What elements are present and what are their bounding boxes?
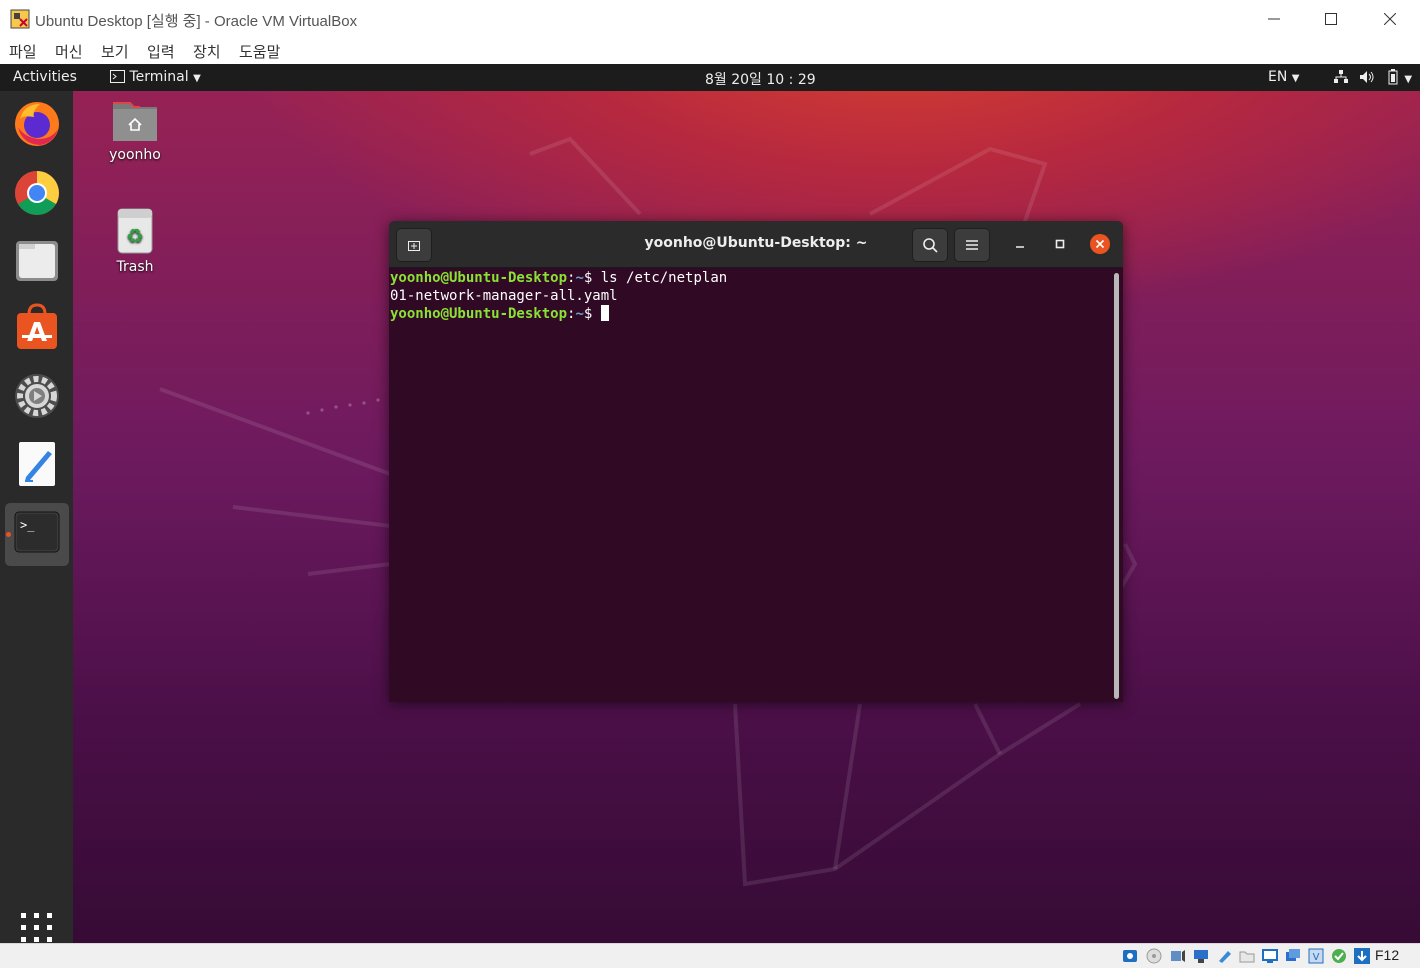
network-icon: [1334, 70, 1348, 83]
close-icon: [1384, 13, 1396, 25]
terminal-line: yoonho@Ubuntu-Desktop:~$ ls /etc/netplan: [390, 270, 728, 286]
close-icon[interactable]: [1089, 233, 1111, 255]
hard-disk-icon[interactable]: [1122, 948, 1138, 964]
terminal-small-icon: [110, 70, 125, 83]
system-menu[interactable]: ▼: [1333, 69, 1412, 86]
chevron-down-icon: ▼: [193, 73, 201, 84]
volume-icon: [1360, 71, 1374, 83]
prompt-user: yoonho@Ubuntu-Desktop: [390, 270, 568, 286]
chevron-down-icon: ▼: [1404, 74, 1413, 85]
search-icon: [923, 238, 938, 253]
home-folder-icon: [113, 102, 157, 141]
svg-text:>_: >_: [20, 518, 35, 532]
audio-icon[interactable]: [1170, 948, 1186, 964]
menu-input[interactable]: 입력: [147, 41, 175, 62]
terminal-title: yoonho@Ubuntu-Desktop: ~: [644, 235, 868, 251]
terminal-icon[interactable]: >_: [12, 507, 62, 557]
text-editor-icon[interactable]: [12, 439, 62, 489]
host-key-arrow-icon[interactable]: [1354, 948, 1370, 964]
software-icon[interactable]: A: [12, 302, 62, 352]
guest-additions-icon[interactable]: [1331, 948, 1347, 964]
prompt-path: ~: [575, 270, 584, 286]
svg-text:V: V: [1313, 952, 1320, 963]
svg-text:A: A: [27, 318, 47, 348]
clock[interactable]: 8월 20일 10 : 29: [705, 69, 816, 89]
trash-icon: ♻: [117, 208, 153, 254]
maximize-button[interactable]: [1302, 0, 1360, 38]
minimize-icon: [1268, 18, 1280, 20]
shared-folders-icon[interactable]: [1239, 948, 1255, 964]
menu-button[interactable]: [954, 228, 990, 262]
menu-devices[interactable]: 장치: [193, 41, 221, 62]
virtualization-icon[interactable]: V: [1308, 948, 1324, 964]
chrome-icon[interactable]: [12, 168, 62, 218]
svg-text:♻: ♻: [126, 224, 144, 248]
activities-button[interactable]: Activities: [13, 69, 77, 85]
files-icon[interactable]: [12, 235, 62, 285]
host-key-label: F12: [1375, 947, 1400, 963]
close-button[interactable]: [1361, 0, 1419, 38]
display-icon[interactable]: [1262, 948, 1278, 964]
menu-machine[interactable]: 머신: [55, 41, 83, 62]
maximize-icon[interactable]: [1055, 239, 1065, 249]
battery-icon: [1388, 69, 1398, 85]
menu-view[interactable]: 보기: [101, 41, 129, 62]
terminal-line: 01-network-manager-all.yaml: [390, 287, 1110, 305]
vbox-titlebar: Ubuntu Desktop [실행 중] - Oracle VM Virtua…: [0, 0, 1420, 38]
prompt-user: yoonho@Ubuntu-Desktop: [390, 306, 568, 322]
terminal-headerbar[interactable]: yoonho@Ubuntu-Desktop: ~: [389, 221, 1123, 268]
minimize-button[interactable]: [1245, 0, 1303, 38]
vbox-menubar: 파일 머신 보기 입력 장치 도움말: [0, 38, 1420, 64]
menu-file[interactable]: 파일: [9, 41, 37, 62]
terminal-window[interactable]: yoonho@Ubuntu-Desktop: ~ yoonho@Ubuntu-D…: [389, 221, 1123, 702]
vbox-statusbar: V F12: [0, 943, 1420, 968]
dock: A >_: [0, 91, 73, 943]
optical-drive-icon[interactable]: [1146, 948, 1162, 964]
search-button[interactable]: [912, 228, 948, 262]
desktop-icon-home[interactable]: yoonho: [95, 99, 175, 163]
chevron-down-icon: ▼: [1291, 73, 1300, 84]
input-source-menu[interactable]: EN ▼: [1268, 69, 1299, 85]
network-adapter-icon[interactable]: [1193, 948, 1209, 964]
usb-icon[interactable]: [1216, 948, 1232, 964]
video-capture-icon[interactable]: [1285, 948, 1301, 964]
desktop-icon-label: Trash: [116, 259, 154, 275]
window-title: Ubuntu Desktop [실행 중] - Oracle VM Virtua…: [35, 13, 358, 30]
desktop-icon-trash[interactable]: ♻ Trash: [95, 207, 175, 275]
desktop-icon-label: yoonho: [109, 147, 161, 163]
terminal-line: yoonho@Ubuntu-Desktop:~$: [390, 305, 1110, 323]
gnome-topbar: Activities Terminal ▼ 8월 20일 10 : 29 EN …: [0, 64, 1420, 91]
firefox-icon[interactable]: [12, 99, 62, 149]
input-source-label: EN: [1268, 69, 1288, 85]
show-applications-icon[interactable]: [20, 913, 54, 943]
terminal-output[interactable]: yoonho@Ubuntu-Desktop:~$ ls /etc/netplan…: [390, 269, 1110, 699]
running-indicator: [6, 532, 11, 537]
maximize-icon: [1325, 13, 1337, 25]
app-menu[interactable]: Terminal ▼: [110, 69, 201, 85]
virtualbox-icon: [10, 9, 30, 29]
command-text: ls /etc/netplan: [600, 270, 728, 286]
settings-icon[interactable]: [12, 371, 62, 421]
vm-display[interactable]: Activities Terminal ▼ 8월 20일 10 : 29 EN …: [0, 64, 1420, 943]
command-output: 01-network-manager-all.yaml: [390, 288, 618, 304]
text-cursor: [600, 305, 609, 321]
hamburger-menu-icon: [966, 240, 978, 250]
minimize-icon[interactable]: [1015, 239, 1025, 249]
menu-help[interactable]: 도움말: [239, 41, 280, 62]
app-menu-label: Terminal: [129, 69, 189, 85]
prompt-path: ~: [575, 306, 584, 322]
terminal-scrollbar[interactable]: [1114, 273, 1119, 699]
